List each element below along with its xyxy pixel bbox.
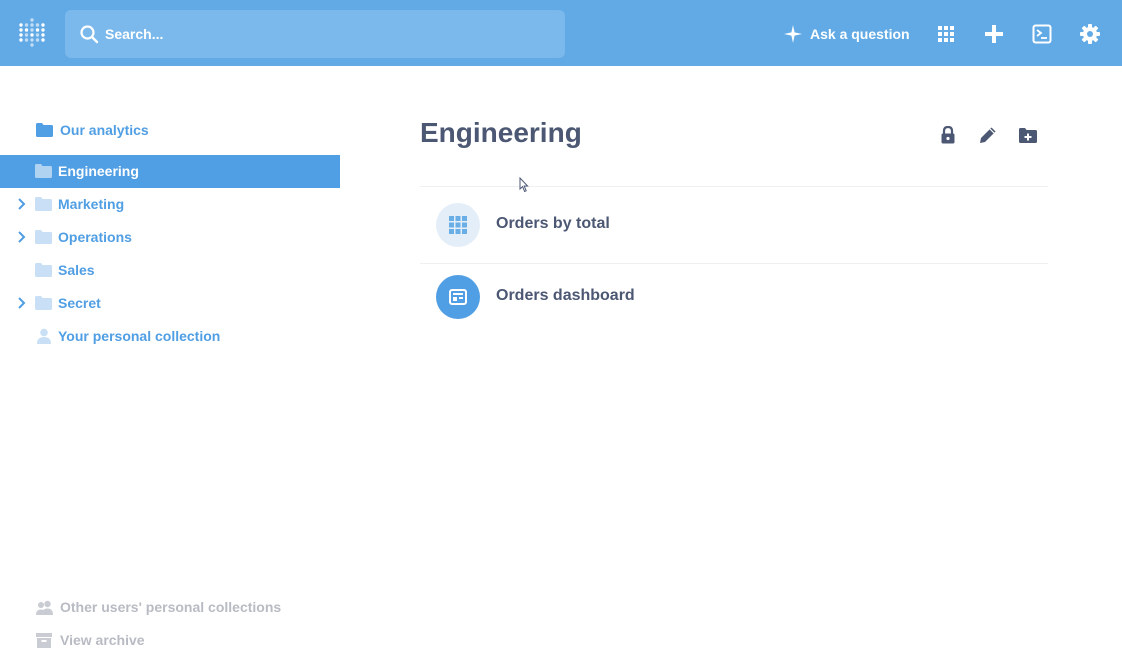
sparkle-icon: [784, 25, 802, 43]
sidebar-item-label: Marketing: [58, 196, 125, 212]
sidebar-item-secret[interactable]: Secret: [0, 287, 340, 320]
plus-icon[interactable]: [981, 21, 1007, 47]
page-title: Engineering: [420, 117, 582, 148]
chevron-right-icon[interactable]: [16, 198, 28, 210]
folder-icon: [35, 296, 52, 310]
collections-sidebar: Our analytics Engineering Marketing Oper…: [0, 66, 340, 662]
metabase-logo-icon[interactable]: [18, 16, 46, 50]
other-users-collections-link[interactable]: Other users' personal collections: [0, 596, 340, 620]
top-nav-bar: Search... Ask a question: [0, 0, 1122, 66]
folder-icon: [35, 164, 52, 178]
pencil-icon[interactable]: [977, 124, 999, 146]
collection-item-question[interactable]: Orders by total: [420, 195, 1048, 267]
sidebar-item-operations[interactable]: Operations: [0, 221, 340, 254]
sidebar-item-personal-collection[interactable]: Your personal collection: [0, 320, 340, 353]
sidebar-item-label: Your personal collection: [58, 328, 221, 344]
sidebar-item-label: Sales: [58, 262, 95, 278]
other-users-collections-label: Other users' personal collections: [60, 599, 282, 615]
folder-icon: [35, 197, 52, 211]
sidebar-item-label: Secret: [58, 295, 101, 311]
ask-question-label: Ask a question: [810, 26, 910, 42]
view-archive-label: View archive: [60, 632, 145, 648]
terminal-icon[interactable]: [1029, 21, 1055, 47]
folder-icon: [36, 123, 53, 137]
search-input[interactable]: Search...: [65, 10, 565, 58]
folder-icon: [35, 230, 52, 244]
dashboard-icon: [436, 275, 480, 319]
sidebar-item-label: Engineering: [58, 163, 139, 179]
divider: [420, 263, 1048, 264]
person-icon: [37, 328, 51, 344]
item-name: Orders dashboard: [496, 287, 635, 304]
mouse-cursor-icon: [519, 177, 529, 193]
sidebar-item-label: Our analytics: [60, 122, 149, 138]
ask-question-button[interactable]: Ask a question: [784, 22, 910, 46]
sidebar-item-sales[interactable]: Sales: [0, 254, 340, 287]
chevron-right-icon[interactable]: [16, 231, 28, 243]
search-icon: [80, 25, 99, 44]
sidebar-item-engineering[interactable]: Engineering: [0, 155, 340, 188]
sidebar-item-marketing[interactable]: Marketing: [0, 188, 340, 221]
lock-icon[interactable]: [937, 124, 959, 146]
folder-icon: [35, 263, 52, 277]
gear-icon[interactable]: [1077, 21, 1103, 47]
new-collection-icon[interactable]: [1017, 124, 1039, 146]
grid-icon[interactable]: [933, 21, 959, 47]
sidebar-item-our-analytics[interactable]: Our analytics: [0, 114, 340, 147]
divider: [420, 186, 1048, 187]
search-placeholder: Search...: [105, 26, 164, 42]
item-name: Orders by total: [496, 215, 610, 232]
archive-icon: [36, 633, 52, 648]
table-grid-icon: [436, 203, 480, 247]
people-icon: [36, 600, 53, 615]
view-archive-link[interactable]: View archive: [0, 629, 340, 653]
sidebar-item-label: Operations: [58, 229, 132, 245]
chevron-right-icon[interactable]: [16, 297, 28, 309]
collection-item-dashboard[interactable]: Orders dashboard: [420, 267, 1048, 339]
